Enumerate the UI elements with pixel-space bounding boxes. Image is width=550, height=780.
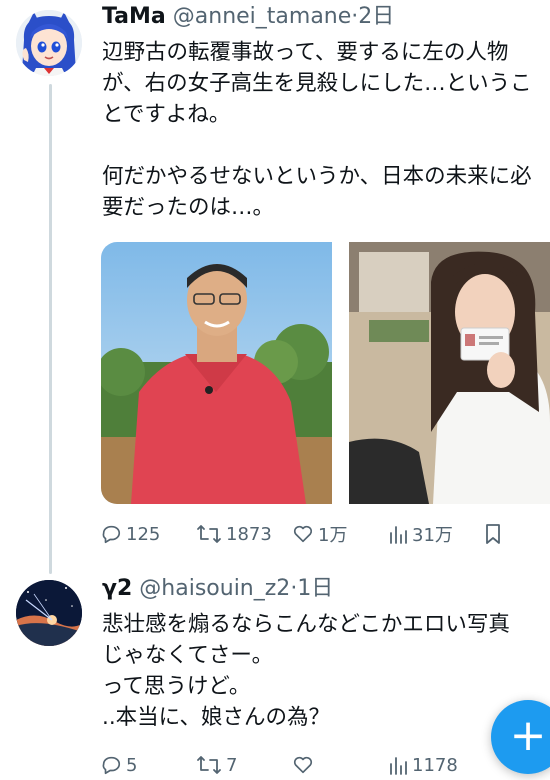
like-button[interactable]: 1万 [292, 519, 347, 549]
tweet-header: TaMa @annei_tamane·2日 [102, 2, 394, 32]
view-count: 1178 [412, 754, 458, 776]
tweet-time[interactable]: 2日 [358, 4, 394, 29]
tweet-text-line: じゃなくてさー。 [102, 643, 274, 668]
display-name[interactable]: γ2 [102, 576, 132, 601]
display-name[interactable]: TaMa [102, 4, 166, 29]
tweet-text-line: とですよね。 [102, 102, 231, 127]
tweet-text: 悲壮感を煽るならこんなどこかエロい写真 じゃなくてさー。 って思うけど。 ..本当に、… [102, 609, 510, 733]
views-button[interactable]: 31万 [388, 519, 453, 549]
tweet-media [101, 242, 550, 504]
reply-count: 5 [126, 754, 138, 776]
heart-icon [292, 523, 314, 545]
like-button[interactable] [292, 750, 318, 780]
view-count: 31万 [412, 525, 453, 546]
avatar[interactable] [16, 580, 82, 646]
photo-student[interactable] [349, 242, 550, 504]
reply-button[interactable]: 5 [100, 750, 137, 780]
analytics-icon [388, 523, 408, 545]
reply-count: 125 [126, 523, 161, 545]
analytics-icon [388, 754, 408, 776]
reply-icon [100, 754, 122, 776]
tweet-text-line: が、右の女子高生を見殺しにした…というこ [102, 71, 532, 96]
tweet-time[interactable]: 1日 [297, 576, 333, 601]
bookmark-button[interactable] [484, 519, 502, 549]
tweet-text-line [102, 130, 532, 161]
user-handle[interactable]: @haisouin_z2 [139, 576, 290, 601]
tweet-text-line: 悲壮感を煽るならこんなどこかエロい写真 [102, 612, 510, 637]
like-count: 1万 [318, 525, 348, 546]
reply-button[interactable]: 125 [100, 519, 160, 549]
tweet-actions: 5 7 1178 [100, 750, 550, 780]
tweet-text-line: 何だかやるせないというか、日本の未来に必 [102, 164, 532, 189]
heart-icon [292, 754, 314, 776]
retweet-icon [196, 754, 222, 776]
views-button[interactable]: 1178 [388, 750, 458, 780]
reply-icon [100, 523, 122, 545]
tweet-text-line: ..本当に、娘さんの為？ [102, 705, 331, 730]
retweet-count: 1873 [226, 523, 272, 545]
tweet-text-line: 辺野古の転覆事故って、要するに左の人物 [102, 40, 509, 65]
retweet-icon [196, 523, 222, 545]
tweet-text: 辺野古の転覆事故って、要するに左の人物 が、右の女子高生を見殺しにした…ということ… [102, 37, 532, 223]
retweet-count: 7 [226, 754, 238, 776]
tweet-text-line: って思うけど。 [102, 674, 251, 699]
user-handle[interactable]: @annei_tamane [173, 4, 352, 29]
retweet-button[interactable]: 1873 [196, 519, 272, 549]
photo-man[interactable] [101, 242, 332, 504]
avatar[interactable] [16, 10, 82, 76]
tweet-text-line: 要だったのは…。 [102, 195, 275, 220]
thread-line [49, 84, 52, 574]
tweet-actions: 125 1873 1万 31万 [100, 519, 550, 549]
bookmark-icon [484, 523, 502, 545]
tweet-header: γ2 @haisouin_z2·1日 [102, 574, 333, 604]
retweet-button[interactable]: 7 [196, 750, 237, 780]
